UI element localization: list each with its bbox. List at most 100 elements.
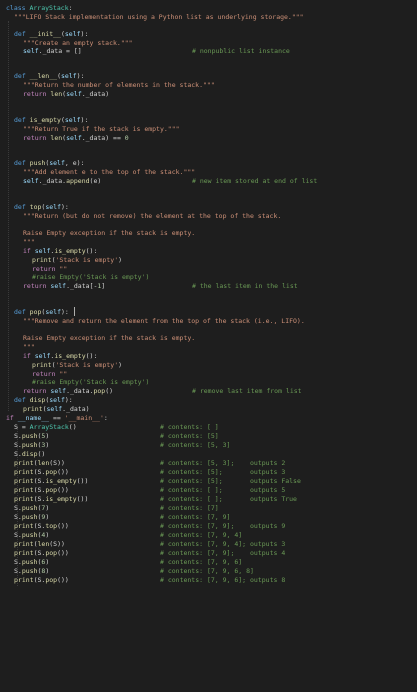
code-token: push [21,432,38,440]
code-line[interactable]: print(len(S)) [14,459,65,467]
code-line[interactable]: print(S.pop()) [14,486,69,494]
code-line[interactable]: # contents: [ ]; outputs 5 [160,486,285,494]
code-line[interactable]: print(len(S)) [14,540,65,548]
code-token: (S. [33,495,46,503]
code-token: # contents: [7, 9, 6, 8] [160,567,254,575]
code-line[interactable]: return "" [32,265,67,273]
code-token: : [68,4,73,12]
code-line[interactable]: """Return the number of elements in the … [23,81,215,89]
code-line[interactable]: # contents: [7, 9] [160,513,230,521]
code-token: (S. [33,576,46,584]
code-line[interactable]: class ArrayStack: [6,4,73,12]
code-token: """Return (but do not remove) the elemen… [23,212,282,220]
code-line[interactable]: def is_empty(self): [14,116,88,124]
code-line[interactable]: # the last item in the list [192,282,298,290]
code-line[interactable]: # contents: [ ] [160,423,219,431]
code-line[interactable]: print(S.is_empty()) [14,477,88,485]
code-line[interactable]: print(S.pop()) [14,576,69,584]
code-token: ) [45,531,50,539]
code-line[interactable]: S.push(5) [14,432,49,440]
code-line[interactable]: S.push(4) [14,531,49,539]
code-line[interactable]: return len(self._data) [23,90,109,98]
code-line[interactable]: print(S.top()) [14,522,69,530]
code-line[interactable]: # nonpublic list instance [192,47,290,55]
code-token: ) [45,558,50,566]
code-line[interactable]: S.push(6) [14,558,49,566]
code-line[interactable]: def __init__(self): [14,30,88,38]
code-line[interactable]: """ [23,238,35,246]
code-line[interactable]: S.disp() [14,450,45,458]
code-line[interactable]: print(S.pop()) [14,468,69,476]
code-line[interactable]: self._data.append(e) [23,177,101,185]
code-line[interactable]: print(S.pop()) [14,549,69,557]
code-line[interactable]: """Remove and return the element from th… [23,317,305,325]
code-token: S. [14,450,22,458]
code-line[interactable]: print(self._data) [23,405,90,413]
code-line[interactable]: """ [23,343,35,351]
code-token: # contents: [ ]; outputs 5 [160,486,286,494]
code-line[interactable]: # contents: [5, 3] [160,441,230,449]
code-line[interactable]: # contents: [ ]; outputs True [160,495,297,503]
code-line[interactable]: def push(self, e): [14,159,84,167]
code-line[interactable]: # contents: [7, 9, 6] [160,558,242,566]
code-line[interactable]: self._data = [] [23,47,82,55]
code-token: # contents: [7] [160,504,219,512]
code-token: (): [85,352,98,360]
code-line[interactable]: #raise Empty('Stack is empty') [32,378,149,386]
code-line[interactable]: # contents: [5] [160,432,219,440]
code-token: self [23,47,39,55]
code-line[interactable]: """LIFO Stack implementation using a Pyt… [14,13,304,21]
code-line[interactable]: return self._data.pop() [23,387,113,395]
code-token: self [45,203,61,211]
code-line[interactable]: # contents: [7, 9, 4] [160,531,242,539]
code-line[interactable]: # contents: [5]; outputs False [160,477,301,485]
code-line[interactable]: S.push(3) [14,441,49,449]
code-line[interactable]: # contents: [5, 3]; outputs 2 [160,459,285,467]
code-line[interactable]: """Add element e to the top of the stack… [23,168,195,176]
code-line[interactable]: def top(self): [14,203,69,211]
code-editor[interactable]: class ArrayStack: """LIFO Stack implement… [0,0,417,692]
code-token: (S. [33,549,46,557]
code-line[interactable]: # contents: [5]; outputs 3 [160,468,285,476]
code-token: pop [45,576,58,584]
code-line[interactable]: S.push(7) [14,504,49,512]
code-line[interactable]: S.push(8) [14,567,49,575]
code-token: # contents: [7, 9, 4]; outputs 3 [160,540,286,548]
code-line[interactable]: def pop(self): [14,308,69,316]
code-line[interactable]: S = ArrayStack() [14,423,77,431]
code-line[interactable]: # contents: [7, 9, 4]; outputs 3 [160,540,285,548]
code-line[interactable]: # contents: [7] [160,504,219,512]
code-line[interactable]: # contents: [7, 9]; outputs 4 [160,549,285,557]
code-line[interactable]: # contents: [7, 9]; outputs 9 [160,522,285,530]
code-line[interactable]: return "" [32,370,67,378]
code-line[interactable]: # remove last item from list [192,387,302,395]
code-line[interactable]: # contents: [7, 9, 6, 8] [160,567,254,575]
code-line[interactable]: Raise Empty exception if the stack is em… [23,334,195,342]
code-line[interactable]: print('Stack is empty') [32,361,122,369]
code-line[interactable]: if self.is_empty(): [23,247,97,255]
code-token: return [23,134,51,142]
code-token: # contents: [7, 9, 6]; outputs 8 [160,576,286,584]
code-token: pop [45,549,58,557]
code-token: top [45,522,58,530]
code-line[interactable]: if __name__ == '__main__': [6,414,108,422]
code-line[interactable]: """Create an empty stack.""" [23,39,133,47]
code-line[interactable]: S.push(9) [14,513,49,521]
code-line[interactable]: def disp(self): [14,396,73,404]
code-token: , e): [64,159,85,167]
code-line[interactable]: # new item stored at end of list [192,177,317,185]
code-token: (): [85,247,98,255]
code-token: ._data. [66,387,94,395]
code-line[interactable]: print(S.is_empty()) [14,495,88,503]
code-token: ): [60,203,69,211]
code-line[interactable]: if self.is_empty(): [23,352,97,360]
code-line[interactable]: def __len__(self): [14,72,84,80]
code-line[interactable]: print('Stack is empty') [32,256,122,264]
code-line[interactable]: # contents: [7, 9, 6]; outputs 8 [160,576,285,584]
code-line[interactable]: Raise Empty exception if the stack is em… [23,229,195,237]
code-line[interactable]: """Return (but do not remove) the elemen… [23,212,281,220]
code-line[interactable]: return self._data[-1] [23,282,105,290]
code-line[interactable]: #raise Empty('Stack is empty') [32,273,149,281]
code-line[interactable]: return len(self._data) == 0 [23,134,129,142]
code-line[interactable]: """Return True if the stack is empty.""" [23,125,180,133]
